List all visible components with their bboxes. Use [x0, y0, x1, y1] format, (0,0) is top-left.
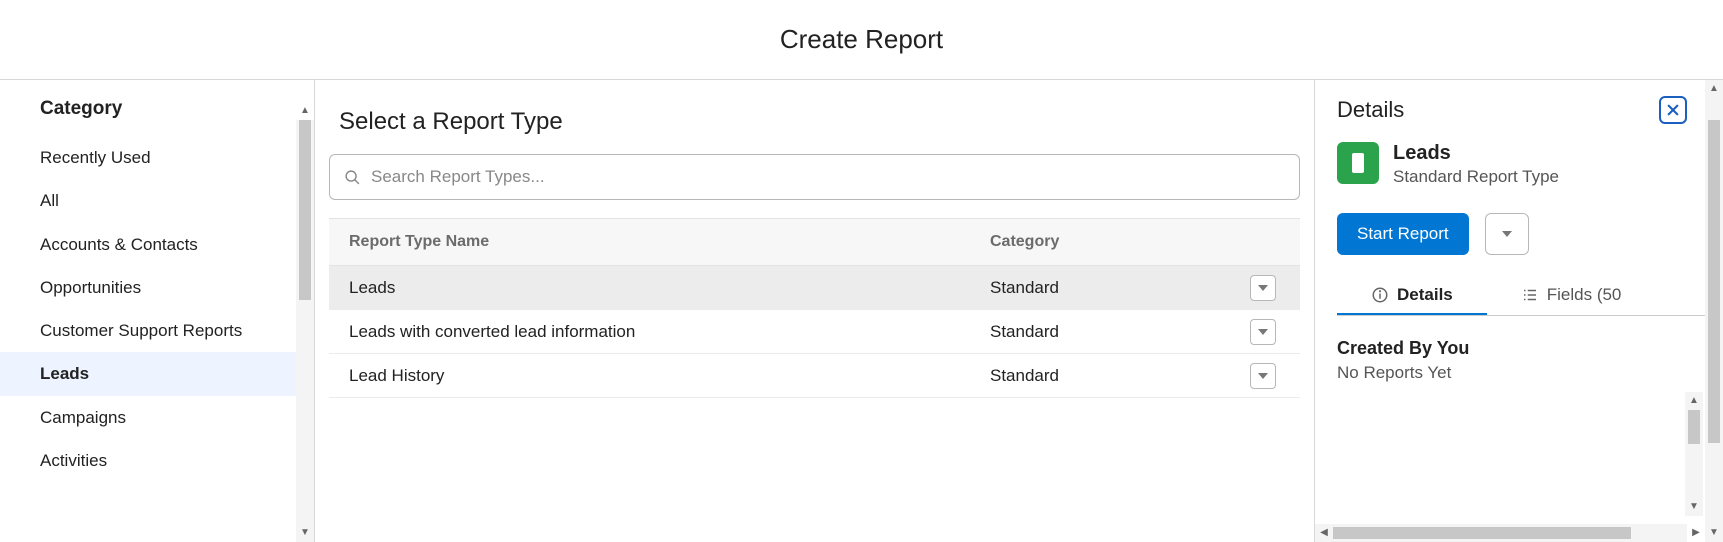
close-icon	[1666, 103, 1680, 117]
sidebar-item-accounts-contacts[interactable]: Accounts & Contacts	[0, 223, 314, 266]
sidebar-item-campaigns[interactable]: Campaigns	[0, 396, 314, 439]
sidebar-scrollbar[interactable]: ▲ ▼	[296, 120, 314, 542]
tab-details[interactable]: Details	[1367, 285, 1457, 315]
tab-fields[interactable]: Fields (50	[1517, 285, 1626, 315]
details-tabs: Details Fields (50	[1337, 285, 1705, 316]
chevron-down-icon	[1502, 231, 1512, 237]
row-actions-button[interactable]	[1250, 319, 1276, 345]
start-report-button[interactable]: Start Report	[1337, 213, 1469, 255]
table-row[interactable]: Leads Standard	[329, 266, 1300, 310]
cell-name: Leads with converted lead information	[329, 313, 990, 351]
sidebar-item-leads[interactable]: Leads	[0, 352, 314, 395]
selected-report-subtitle: Standard Report Type	[1393, 167, 1559, 187]
selected-report-header: Leads Standard Report Type	[1337, 142, 1705, 187]
scroll-down-arrow-icon[interactable]: ▼	[1685, 498, 1703, 516]
scroll-left-arrow-icon[interactable]: ◀	[1315, 524, 1333, 542]
table-row[interactable]: Leads with converted lead information St…	[329, 310, 1300, 354]
col-category: Category	[990, 219, 1300, 265]
sidebar-heading: Category	[0, 92, 314, 136]
cell-name: Lead History	[329, 357, 990, 395]
search-icon	[344, 169, 361, 186]
scroll-right-arrow-icon[interactable]: ▶	[1687, 524, 1705, 542]
report-type-heading: Select a Report Type	[329, 98, 1300, 154]
category-sidebar: Category Recently Used All Accounts & Co…	[0, 80, 315, 542]
sidebar-item-recently-used[interactable]: Recently Used	[0, 136, 314, 179]
chevron-down-icon	[1258, 285, 1268, 291]
report-type-icon	[1337, 142, 1379, 184]
details-heading: Details	[1337, 97, 1404, 123]
sidebar-item-opportunities[interactable]: Opportunities	[0, 266, 314, 309]
search-input[interactable]	[371, 167, 1285, 187]
modal-header: Create Report	[0, 0, 1723, 80]
modal-outer-scrollbar[interactable]: ▲ ▼	[1705, 80, 1723, 542]
details-vertical-scrollbar[interactable]: ▲ ▼	[1685, 392, 1703, 516]
row-actions-button[interactable]	[1250, 275, 1276, 301]
created-by-you-title: Created By You	[1337, 338, 1705, 359]
cell-category: Standard	[990, 313, 1250, 351]
sidebar-scroll-thumb[interactable]	[299, 120, 311, 300]
scroll-down-arrow-icon[interactable]: ▼	[1705, 524, 1723, 542]
scroll-down-arrow-icon[interactable]: ▼	[296, 524, 314, 542]
scroll-up-arrow-icon[interactable]: ▲	[1685, 392, 1703, 410]
tab-fields-label: Fields (50	[1547, 285, 1622, 305]
selected-report-name: Leads	[1393, 142, 1559, 165]
table-header: Report Type Name Category	[329, 218, 1300, 266]
sidebar-item-activities[interactable]: Activities	[0, 439, 314, 482]
list-icon	[1521, 286, 1539, 304]
details-panel: Details Leads Standard Report Type Start…	[1315, 80, 1705, 542]
tab-details-label: Details	[1397, 285, 1453, 305]
close-button[interactable]	[1659, 96, 1687, 124]
details-scroll-thumb[interactable]	[1688, 410, 1700, 444]
report-type-panel: Select a Report Type Report Type Name Ca…	[315, 80, 1315, 542]
details-hscroll-thumb[interactable]	[1333, 527, 1631, 539]
cell-category: Standard	[990, 357, 1250, 395]
table-row[interactable]: Lead History Standard	[329, 354, 1300, 398]
search-box[interactable]	[329, 154, 1300, 200]
sidebar-item-customer-support[interactable]: Customer Support Reports	[0, 309, 314, 352]
scroll-up-arrow-icon[interactable]: ▲	[1705, 80, 1723, 98]
row-actions-button[interactable]	[1250, 363, 1276, 389]
created-by-you-sub: No Reports Yet	[1337, 363, 1705, 383]
chevron-down-icon	[1258, 373, 1268, 379]
sidebar-item-all[interactable]: All	[0, 179, 314, 222]
modal-title: Create Report	[780, 24, 943, 55]
cell-name: Leads	[329, 269, 990, 307]
scroll-up-arrow-icon[interactable]: ▲	[296, 102, 314, 120]
modal-body: Category Recently Used All Accounts & Co…	[0, 80, 1723, 542]
col-report-type-name: Report Type Name	[329, 219, 990, 265]
details-horizontal-scrollbar[interactable]: ◀ ▶	[1315, 524, 1687, 542]
info-icon	[1371, 286, 1389, 304]
cell-category: Standard	[990, 269, 1250, 307]
outer-scroll-thumb[interactable]	[1708, 120, 1720, 443]
more-actions-button[interactable]	[1485, 213, 1529, 255]
created-by-you-block: Created By You No Reports Yet	[1337, 338, 1705, 383]
chevron-down-icon	[1258, 329, 1268, 335]
